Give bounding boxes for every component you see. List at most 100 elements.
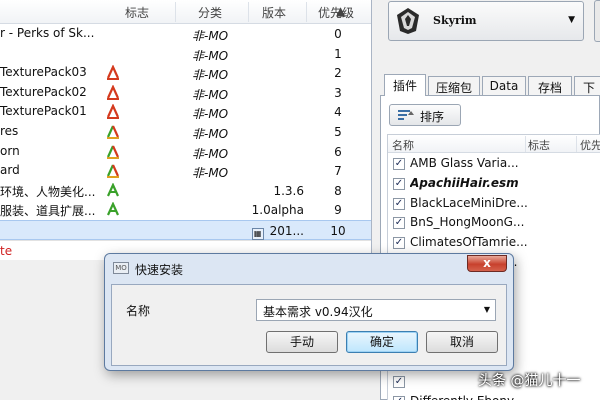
mod-category: 非-MO (192, 107, 229, 122)
plugin-column-priority[interactable]: 优先 (580, 137, 600, 153)
plugin-column-flags[interactable]: 标志 (528, 137, 550, 153)
mod-version: 1.3.6 (273, 184, 304, 198)
mod-row[interactable]: 服装、道具扩展... 1.0alpha 9 (0, 200, 371, 220)
plugin-name: AMB Glass Varia... (410, 156, 519, 170)
mod-row[interactable]: ard 非-MO 7 (0, 161, 371, 181)
mod-row[interactable]: 非-MO 1 (0, 44, 371, 64)
mod-version-text: 1.3.6 (273, 183, 304, 198)
mod-name: orn (0, 143, 20, 158)
mod-row[interactable]: res 非-MO 5 (0, 122, 371, 142)
mod-priority: 1 (334, 46, 342, 61)
mod-priority: 8 (334, 183, 342, 198)
plugin-name: ClimatesOfTamrie... (410, 235, 528, 250)
overwrite-mixed-icon (105, 144, 123, 160)
tab-downloads[interactable]: 下 (574, 76, 600, 96)
calendar-icon: ▦ (251, 228, 264, 240)
mod-name: 服装、道具扩展... (0, 204, 96, 219)
mod-category: 非-MO (192, 127, 229, 141)
game-name: Skyrim (433, 14, 477, 27)
plugin-row[interactable]: ✓ BlackLaceMiniDre... (388, 194, 600, 214)
name-label: 名称 (126, 304, 151, 318)
mod-row[interactable]: ▦ 201... 10 (0, 220, 371, 240)
mod-priority: 9 (334, 203, 342, 218)
mod-version-text: 201... (269, 224, 304, 238)
quick-install-dialog: MO 快速安装 x 名称 基本需求 v0.94汉化 ▼ 手动 确定 取消 (104, 253, 514, 371)
mod-name-combobox[interactable]: 基本需求 v0.94汉化 ▼ (256, 299, 496, 321)
tab-saves[interactable]: 存档 (528, 76, 572, 96)
plugin-row[interactable]: ✓ ClimatesOfTamrie... (388, 233, 600, 253)
plugin-name: BlackLaceMiniDre... (410, 195, 528, 210)
mod-row[interactable]: r - Perks of Sk... 非-MO 0 (0, 24, 371, 44)
mod-name: res (0, 124, 19, 138)
mod-priority: 4 (334, 105, 342, 120)
mod-priority: 0 (334, 27, 342, 41)
overwrite-mixed-icon (105, 163, 123, 179)
dialog-title: 快速安装 (135, 263, 184, 277)
overwrite-green-icon (105, 182, 123, 199)
plugin-checkbox[interactable]: ✓ (393, 158, 405, 170)
mod-priority: 7 (334, 164, 342, 179)
plugin-column-name[interactable]: 名称 (392, 137, 414, 153)
mod-row[interactable]: orn 非-MO 6 (0, 142, 371, 162)
plugin-row[interactable]: ✓ ApachiiHair.esm (388, 174, 600, 194)
overwrite-red-icon (105, 84, 123, 101)
tab-data[interactable]: Data (482, 76, 526, 96)
sort-button[interactable]: 排序 (389, 104, 461, 126)
watermark: 头条 @猫儿十一 (478, 373, 581, 389)
mod-name-value: 基本需求 v0.94汉化 (263, 305, 373, 319)
dialog-titlebar[interactable]: MO 快速安装 x (105, 254, 513, 282)
mod-category: 非-MO (192, 48, 229, 63)
app-window-icon: MO (113, 262, 129, 274)
plugin-checkbox[interactable]: ✓ (393, 217, 405, 230)
mod-row[interactable]: TexturePack02 非-MO 3 (0, 83, 371, 103)
dialog-body: 名称 基本需求 v0.94汉化 ▼ 手动 确定 取消 (111, 284, 507, 366)
game-selector[interactable]: Skyrim ▼ (388, 1, 584, 41)
mod-category: 非-MO (192, 29, 229, 43)
plugin-checkbox[interactable]: ✓ (393, 197, 405, 210)
column-version[interactable]: 版本 (262, 4, 286, 21)
plugin-checkbox[interactable]: ✓ (393, 375, 405, 388)
tab-plugins[interactable]: 插件 (384, 74, 426, 96)
overwrite-red-icon (105, 64, 123, 81)
chevron-down-icon: ▼ (483, 305, 490, 314)
plugin-checkbox[interactable]: ✓ (393, 395, 405, 400)
mod-row[interactable]: TexturePack03 非-MO 2 (0, 63, 371, 83)
plugin-row[interactable]: ✓ AMB Glass Varia... (388, 154, 600, 174)
mod-list-header: 标志 分类 版本 ▲ 优先级 (0, 0, 371, 24)
chevron-down-icon: ▼ (568, 15, 575, 25)
mod-priority: 5 (334, 125, 342, 139)
sort-icon (398, 110, 414, 120)
mod-list: 标志 分类 版本 ▲ 优先级 r - Perks of Sk... 非-MO 0 非-… (0, 0, 372, 260)
close-button[interactable]: x (467, 255, 507, 272)
manual-button[interactable]: 手动 (266, 331, 338, 353)
mod-row[interactable]: 环境、人物美化... 1.3.6 8 (0, 181, 371, 201)
mod-version: ▦ 201... (251, 224, 304, 240)
plugin-name: Differently Ebony... (410, 394, 544, 400)
overwrite-red-icon (105, 103, 123, 120)
tab-archives[interactable]: 压缩包 (428, 76, 480, 96)
column-flags[interactable]: 标志 (125, 4, 149, 21)
plugin-list-header: 名称 标志 优先 (388, 135, 600, 153)
column-priority[interactable]: 优先级 (318, 4, 354, 21)
plugin-checkbox[interactable]: ✓ (393, 237, 405, 250)
column-category[interactable]: 分类 (198, 4, 222, 21)
side-toolbar-button[interactable] (594, 0, 600, 42)
plugin-row[interactable]: ✓ BnS_HongMoonG... (388, 213, 600, 233)
plugin-name: BnS_HongMoonG... (410, 215, 525, 230)
plugin-row[interactable]: ✓ Differently Ebony... (388, 392, 600, 400)
mod-priority: 6 (334, 144, 342, 159)
overwrite-mixed-icon (105, 124, 123, 140)
mod-name: 环境、人物美化... (0, 184, 96, 199)
mod-name: r - Perks of Sk... (0, 26, 95, 40)
mod-category: 非-MO (192, 68, 229, 83)
mod-priority: 3 (334, 85, 342, 100)
mod-row[interactable]: TexturePack01 非-MO 4 (0, 102, 371, 122)
mod-category: 非-MO (192, 87, 229, 102)
sort-button-label: 排序 (420, 110, 445, 124)
plugin-checkbox[interactable]: ✓ (393, 177, 405, 190)
cancel-button[interactable]: 取消 (426, 331, 498, 353)
mod-name: ard (0, 163, 20, 178)
ok-button[interactable]: 确定 (346, 331, 418, 353)
mod-name: TexturePack03 (0, 65, 87, 80)
mod-name: TexturePack02 (0, 84, 87, 99)
